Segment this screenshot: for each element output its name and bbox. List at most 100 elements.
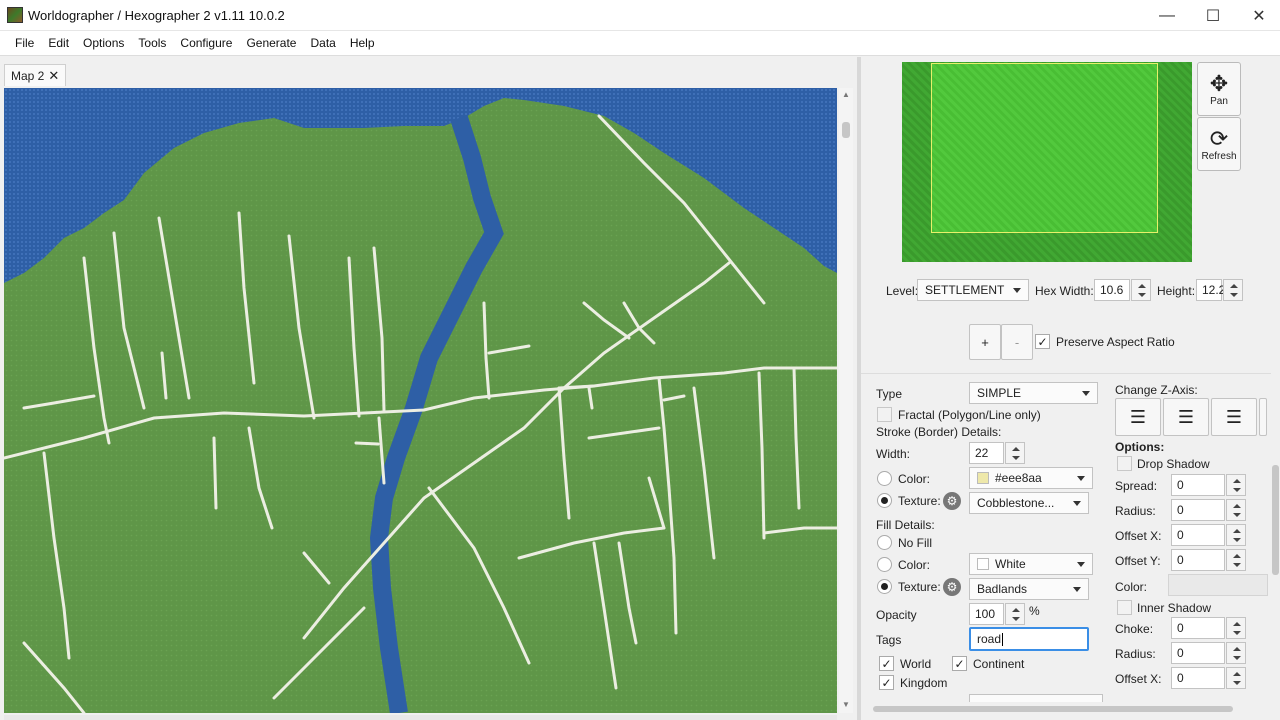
width-stepper[interactable] [1005, 442, 1025, 464]
pan-button[interactable]: ✥ Pan [1197, 62, 1241, 116]
width-field[interactable]: 22 [969, 442, 1004, 464]
zoom-in-button[interactable]: + [969, 324, 1001, 360]
map-horizontal-scrollbar[interactable] [4, 715, 837, 720]
inner-radius-stepper[interactable] [1226, 642, 1246, 664]
map-canvas[interactable] [4, 88, 837, 713]
maximize-button[interactable]: ☐ [1190, 0, 1236, 31]
send-to-back-button[interactable] [1259, 398, 1267, 436]
scroll-up-icon[interactable]: ▲ [842, 90, 850, 99]
height-field[interactable]: 12.2 [1196, 279, 1225, 301]
radius-field[interactable]: 0 [1171, 499, 1225, 521]
radius-stepper[interactable] [1226, 499, 1246, 521]
chevron-down-icon [1082, 391, 1090, 396]
properties-vscroll-thumb[interactable] [1272, 465, 1279, 575]
inner-radius-label: Radius: [1115, 647, 1156, 661]
fill-color-radio[interactable] [877, 557, 892, 572]
opacity-unit: % [1029, 604, 1040, 618]
shape-properties-panel: Type SIMPLE Fractal (Polygon/Line only) … [861, 373, 1274, 720]
menu-tools[interactable]: Tools [131, 36, 173, 50]
stroke-texture-label: Texture: [898, 494, 941, 508]
bring-to-front-button[interactable]: ☰ [1115, 398, 1161, 436]
fill-texture-radio[interactable] [877, 579, 892, 594]
stroke-texture-select[interactable]: Cobblestone... [969, 492, 1089, 514]
minimize-button[interactable]: — [1144, 0, 1190, 31]
offset-x-field[interactable]: 0 [1171, 524, 1225, 546]
inner-offset-x-stepper[interactable] [1226, 667, 1246, 689]
stroke-color-value: #eee8aa [995, 471, 1042, 485]
scroll-down-icon[interactable]: ▼ [842, 700, 850, 709]
menu-file[interactable]: File [8, 36, 41, 50]
menu-data[interactable]: Data [303, 36, 342, 50]
map-vertical-scrollbar[interactable]: ▲ ▼ [839, 88, 853, 713]
fractal-checkbox[interactable] [877, 407, 892, 422]
stroke-texture-radio[interactable] [877, 493, 892, 508]
no-fill-radio[interactable] [877, 535, 892, 550]
preserve-aspect-checkbox[interactable]: ✓ [1035, 334, 1050, 349]
spread-stepper[interactable] [1226, 474, 1246, 496]
tag-world-checkbox[interactable]: ✓ [879, 656, 894, 671]
drop-shadow-checkbox[interactable] [1117, 456, 1132, 471]
tag-world-label: World [900, 657, 932, 671]
inner-shadow-checkbox[interactable] [1117, 600, 1132, 615]
fill-color-select[interactable]: White [969, 553, 1093, 575]
choke-field[interactable]: 0 [1171, 617, 1225, 639]
menu-configure[interactable]: Configure [173, 36, 239, 50]
zoom-out-button[interactable]: - [1001, 324, 1033, 360]
tag-kingdom-checkbox[interactable]: ✓ [879, 675, 894, 690]
tab-label: Map 2 [11, 68, 45, 83]
offset-x-stepper[interactable] [1226, 524, 1246, 546]
type-select[interactable]: SIMPLE [969, 382, 1098, 404]
properties-hscroll-thumb[interactable] [873, 706, 1233, 712]
map-preview[interactable] [902, 62, 1192, 262]
map-svg[interactable] [4, 88, 837, 713]
opacity-field[interactable]: 100 [969, 603, 1004, 625]
tab-close-icon[interactable]: ✕ [48, 68, 59, 84]
preview-viewport[interactable] [931, 63, 1158, 233]
gear-icon[interactable]: ⚙ [943, 578, 961, 596]
menu-edit[interactable]: Edit [41, 36, 76, 50]
inner-radius-field[interactable]: 0 [1171, 642, 1225, 664]
fill-heading: Fill Details: [876, 518, 935, 532]
properties-horizontal-scrollbar[interactable] [861, 702, 1274, 716]
width-label: Width: [876, 447, 911, 461]
offset-y-stepper[interactable] [1226, 549, 1246, 571]
offset-x-value: 0 [1177, 528, 1184, 542]
inner-radius-value: 0 [1177, 646, 1184, 660]
send-backward-button[interactable]: ☰ [1211, 398, 1257, 436]
offset-y-field[interactable]: 0 [1171, 549, 1225, 571]
map-vscroll-thumb[interactable] [842, 122, 850, 138]
opacity-stepper[interactable] [1005, 603, 1025, 625]
offset-y-label: Offset Y: [1115, 554, 1161, 568]
choke-stepper[interactable] [1226, 617, 1246, 639]
close-window-button[interactable]: ✕ [1236, 0, 1280, 31]
inner-offset-x-field[interactable]: 0 [1171, 667, 1225, 689]
choke-label: Choke: [1115, 622, 1154, 636]
gear-icon[interactable]: ⚙ [943, 492, 961, 510]
fill-texture-label: Texture: [898, 580, 941, 594]
properties-vertical-scrollbar[interactable] [1271, 373, 1280, 703]
tab-map-2[interactable]: Map 2 ✕ [4, 64, 67, 86]
app-icon [7, 7, 23, 23]
spread-field[interactable]: 0 [1171, 474, 1225, 496]
tags-input[interactable]: road [969, 627, 1089, 651]
stroke-color-radio[interactable] [877, 471, 892, 486]
stroke-color-select[interactable]: #eee8aa [969, 467, 1093, 489]
inner-offset-x-value: 0 [1177, 671, 1184, 685]
fill-color-label: Color: [898, 558, 931, 572]
pan-label: Pan [1210, 95, 1228, 107]
shadow-color-picker[interactable] [1168, 574, 1268, 596]
hex-width-stepper[interactable] [1131, 279, 1151, 301]
no-fill-label: No Fill [898, 536, 933, 550]
fill-texture-select[interactable]: Badlands [969, 578, 1089, 600]
fill-texture-value: Badlands [977, 582, 1028, 596]
level-select[interactable]: SETTLEMENT [917, 279, 1029, 301]
menu-options[interactable]: Options [76, 36, 131, 50]
tag-continent-checkbox[interactable]: ✓ [952, 656, 967, 671]
refresh-icon: ⟳ [1209, 125, 1229, 151]
refresh-button[interactable]: ⟳ Refresh [1197, 117, 1241, 171]
menu-help[interactable]: Help [343, 36, 382, 50]
height-stepper[interactable] [1223, 279, 1243, 301]
menu-generate[interactable]: Generate [239, 36, 303, 50]
bring-forward-button[interactable]: ☰ [1163, 398, 1209, 436]
hex-width-field[interactable]: 10.6 [1094, 279, 1130, 301]
